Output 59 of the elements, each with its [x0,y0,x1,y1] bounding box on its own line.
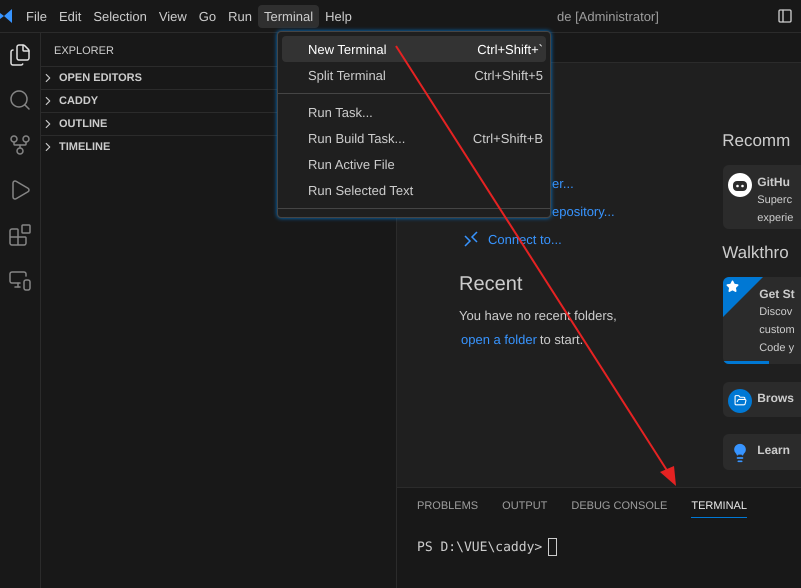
app-logo-icon [0,8,12,24]
fork-icon[interactable] [8,133,32,157]
menu-entry-label: Run Selected Text [308,182,414,198]
shortcut-label: Ctrl+Shift+B [472,130,543,146]
recommendation-card[interactable]: GitHu Superc experie [723,165,801,230]
card-title: GitHu [757,174,791,191]
files-icon[interactable] [8,43,32,67]
menu-item[interactable]: Help [319,4,358,28]
remote-icon [463,231,479,247]
menu-item[interactable]: Go [192,4,222,28]
menu-entry[interactable]: New Terminal Ctrl+Shift+` [282,36,546,62]
card-text: experie [757,211,794,226]
walkthroughs-heading: Walkthro [722,242,790,264]
window-title: de [Administrator] [557,8,660,24]
star-icon [726,280,740,294]
walkthrough-card[interactable]: Brows [723,382,801,418]
menu-item[interactable]: Edit [52,4,88,28]
menu-item[interactable]: Terminal [258,4,320,28]
section-label: CADDY [59,95,98,107]
menu-entry[interactable]: Run Selected Text [282,177,546,203]
panel-tab[interactable]: OUTPUT [502,500,548,518]
panel-tab[interactable]: PROBLEMS [417,500,478,518]
walkthrough-card[interactable]: Learn [723,434,801,470]
menu-item[interactable]: View [152,4,193,28]
menu-item[interactable]: Run [222,4,258,28]
recent-heading: Recent [459,273,524,296]
layout-toggle-icon[interactable] [777,8,793,24]
recent-text: to start. [540,331,584,349]
panel-tab[interactable]: TERMINAL [691,500,747,518]
card-title: Brows [757,390,794,407]
section-label: OPEN EDITORS [59,72,142,84]
start-link[interactable]: er... [552,169,722,197]
card-text: Superc [757,193,794,208]
section-label: TIMELINE [59,141,110,153]
search-icon[interactable] [8,88,32,112]
card-title: Learn [757,442,790,460]
robot-face-icon [728,173,752,197]
card-text: Discov [759,305,794,320]
menu-item[interactable]: Selection [87,4,153,28]
sidebar-title: EXPLORER [54,45,114,57]
recommended-heading: Recomm [722,130,792,152]
shortcut-label: Ctrl+Shift+` [477,42,543,56]
blocks-icon[interactable] [8,223,32,247]
card-text: custom [759,323,795,338]
open-folder-link[interactable]: open a folder [461,328,537,352]
card-title: Get St [759,286,795,304]
menu-entry-label: Run Active File [308,156,395,172]
menu-entry-label: New Terminal [308,42,387,56]
folder-icon [728,388,752,413]
menu-entry-label: Split Terminal [308,68,386,82]
panel-tab[interactable]: DEBUG CONSOLE [571,500,668,518]
menu-item[interactable]: File [20,4,53,28]
start-link[interactable]: epository... [552,197,722,225]
walkthrough-card[interactable]: Get St Discov custom Code y [723,277,801,364]
terminal-cursor [548,538,558,556]
terminal-prompt: PS D:\VUE\caddy> [417,540,542,554]
shortcut-label: Ctrl+Shift+5 [474,68,543,82]
card-text: Code y [759,341,795,356]
section-label: OUTLINE [59,118,108,130]
